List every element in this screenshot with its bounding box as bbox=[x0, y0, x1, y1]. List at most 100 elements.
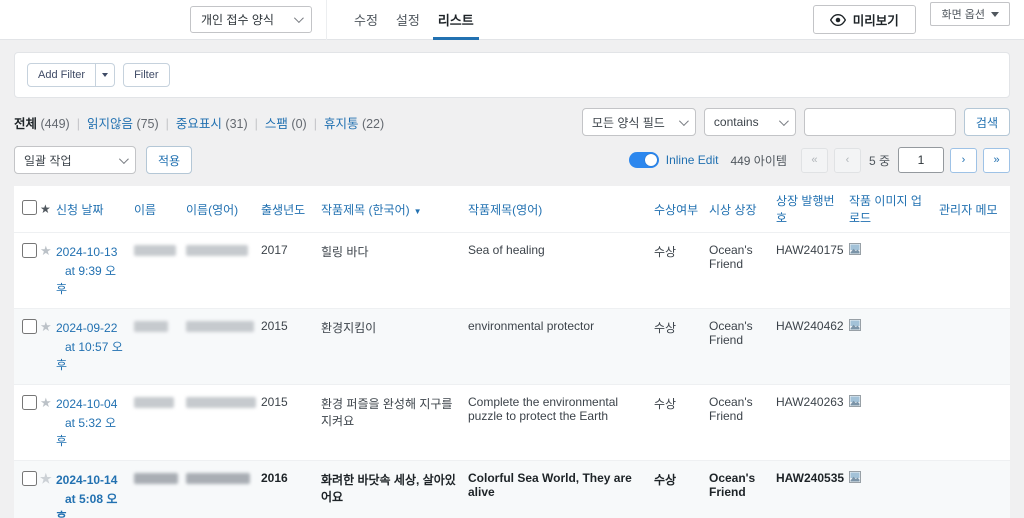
search-controls: 모든 양식 필드 contains 검색 bbox=[582, 108, 1010, 136]
entry-date-link[interactable]: 2024-09-22at 10:57 오후 bbox=[56, 319, 126, 375]
cell-award: 수상 bbox=[654, 385, 709, 461]
tab-list[interactable]: 리스트 bbox=[429, 0, 483, 40]
column-header-certificate[interactable]: 시상 상장 bbox=[709, 203, 757, 217]
star-column-icon[interactable]: ★ bbox=[40, 202, 51, 216]
cell-title-ko: 화려한 바닷속 세상, 살아있어요 bbox=[321, 461, 468, 518]
status-link-trash[interactable]: 휴지통 (22) bbox=[324, 117, 384, 131]
cell-certificate: Ocean's Friend bbox=[709, 309, 776, 385]
pagination-last-button[interactable]: » bbox=[983, 148, 1010, 173]
cell-certificate-no: HAW240462 bbox=[776, 309, 849, 385]
image-thumbnail-icon[interactable] bbox=[849, 319, 861, 334]
status-link-starred[interactable]: 중요표시 (31) bbox=[176, 117, 265, 131]
cell-title-en: Sea of healing bbox=[468, 233, 654, 309]
cell-title-en: Complete the environmental puzzle to pro… bbox=[468, 385, 654, 461]
search-operator-value: contains bbox=[714, 115, 759, 129]
column-header-admin-memo[interactable]: 관리자 메모 bbox=[939, 203, 998, 217]
cell-certificate: Ocean's Friend bbox=[709, 385, 776, 461]
status-link-spam[interactable]: 스팸 (0) bbox=[265, 117, 324, 131]
chevron-down-icon bbox=[119, 154, 129, 164]
redacted-name-en bbox=[186, 473, 250, 484]
item-count: 449 아이템 bbox=[730, 152, 786, 169]
redacted-name bbox=[134, 321, 168, 332]
search-input[interactable] bbox=[804, 108, 956, 136]
bulk-action-value: 일괄 작업 bbox=[24, 152, 72, 169]
pagination-first-button[interactable]: « bbox=[801, 148, 828, 173]
cell-title-ko: 환경지킴이 bbox=[321, 309, 468, 385]
column-header-image-upload[interactable]: 작품 이미지 업로드 bbox=[849, 194, 922, 225]
caret-down-icon bbox=[991, 12, 999, 17]
redacted-name-en bbox=[186, 245, 248, 256]
redacted-name bbox=[134, 473, 178, 484]
status-link-all[interactable]: 전체 (449) bbox=[14, 117, 87, 131]
cell-certificate-no: HAW240175 bbox=[776, 233, 849, 309]
inline-edit-label[interactable]: Inline Edit bbox=[666, 153, 719, 167]
column-header-date[interactable]: 신청 날짜 bbox=[56, 203, 104, 217]
toggle-knob bbox=[645, 154, 657, 166]
entries-content: Add Filter Filter 전체 (449)읽지않음 (75)중요표시 … bbox=[0, 40, 1024, 518]
preview-button[interactable]: 미리보기 bbox=[813, 5, 916, 34]
entry-date: 2024-10-13 bbox=[56, 245, 117, 259]
preview-label: 미리보기 bbox=[853, 10, 899, 29]
star-icon[interactable]: ★ bbox=[40, 243, 52, 258]
tab-edit[interactable]: 수정 bbox=[345, 0, 387, 40]
entry-date-link[interactable]: 2024-10-04at 5:32 오후 bbox=[56, 395, 126, 451]
row-checkbox[interactable] bbox=[22, 395, 37, 410]
add-filter-button[interactable]: Add Filter bbox=[27, 63, 96, 87]
row-checkbox[interactable] bbox=[22, 243, 37, 258]
search-field-value: 모든 양식 필드 bbox=[592, 114, 665, 131]
cell-admin-memo bbox=[939, 461, 1010, 518]
bulk-actions: 일괄 작업 적용 bbox=[14, 146, 192, 174]
image-thumbnail-icon[interactable] bbox=[849, 471, 861, 486]
eye-icon bbox=[830, 13, 846, 27]
search-button[interactable]: 검색 bbox=[964, 108, 1010, 136]
status-link-unread[interactable]: 읽지않음 (75) bbox=[87, 117, 176, 131]
caret-down-icon bbox=[102, 73, 108, 77]
entry-time: at 10:57 오후 bbox=[56, 340, 123, 373]
pagination-page-input[interactable] bbox=[898, 147, 944, 173]
select-all-checkbox[interactable] bbox=[22, 200, 37, 215]
search-operator-select[interactable]: contains bbox=[704, 108, 796, 136]
inline-edit-toggle[interactable] bbox=[629, 152, 659, 168]
entry-date-link[interactable]: 2024-10-13at 9:39 오후 bbox=[56, 243, 126, 299]
column-header-title-en[interactable]: 작품제목(영어) bbox=[468, 203, 542, 217]
column-header-name-en[interactable]: 이름(영어) bbox=[186, 203, 238, 217]
pagination-prev-button[interactable]: ‹ bbox=[834, 148, 861, 173]
cell-title-ko: 환경 퍼즐을 완성해 지구를 지켜요 bbox=[321, 385, 468, 461]
screen-options-label: 화면 옵션 bbox=[941, 6, 985, 22]
entry-time: at 5:08 오후 bbox=[56, 492, 117, 518]
column-header-name[interactable]: 이름 bbox=[134, 203, 156, 217]
column-header-title-ko[interactable]: 작품제목 (한국어)▼ bbox=[321, 203, 422, 217]
row-checkbox[interactable] bbox=[22, 319, 37, 334]
bulk-action-select[interactable]: 일괄 작업 bbox=[14, 146, 136, 174]
star-icon[interactable]: ★ bbox=[40, 319, 52, 334]
screen-options-button[interactable]: 화면 옵션 bbox=[930, 2, 1010, 26]
topbar: 개인 접수 양식 수정 설정 리스트 미리보기 화면 옵션 bbox=[0, 0, 1024, 40]
cell-award: 수상 bbox=[654, 233, 709, 309]
form-selector-dropdown[interactable]: 개인 접수 양식 bbox=[190, 6, 312, 33]
star-icon[interactable]: ★ bbox=[40, 471, 52, 486]
pagination-next-button[interactable]: › bbox=[950, 148, 977, 173]
add-filter-dropdown-toggle[interactable] bbox=[96, 63, 115, 87]
filter-button[interactable]: Filter bbox=[123, 63, 169, 87]
add-filter-split-button: Add Filter bbox=[27, 63, 115, 87]
apply-button[interactable]: 적용 bbox=[146, 146, 192, 174]
list-controls: Inline Edit 449 아이템 « ‹ 5 중 › » bbox=[629, 147, 1010, 173]
column-header-award[interactable]: 수상여부 bbox=[654, 203, 698, 217]
redacted-name bbox=[134, 397, 174, 408]
column-header-birth-year[interactable]: 출생년도 bbox=[261, 203, 305, 217]
tab-bar: 수정 설정 리스트 bbox=[345, 0, 483, 40]
cell-award: 수상 bbox=[654, 461, 709, 518]
entries-table-container: ★ 신청 날짜 이름 이름(영어) 출생년도 작품제목 (한국어)▼ 작품제목(… bbox=[14, 186, 1010, 518]
tab-settings[interactable]: 설정 bbox=[387, 0, 429, 40]
star-icon[interactable]: ★ bbox=[40, 395, 52, 410]
search-field-select[interactable]: 모든 양식 필드 bbox=[582, 108, 696, 136]
image-thumbnail-icon[interactable] bbox=[849, 243, 861, 258]
image-thumbnail-icon[interactable] bbox=[849, 395, 861, 410]
row-checkbox[interactable] bbox=[22, 471, 37, 486]
cell-certificate-no: HAW240263 bbox=[776, 385, 849, 461]
entry-date-link[interactable]: 2024-10-14at 5:08 오후 bbox=[56, 471, 126, 518]
cell-certificate: Ocean's Friend bbox=[709, 233, 776, 309]
cell-admin-memo bbox=[939, 385, 1010, 461]
column-header-certificate-no[interactable]: 상장 발행번호 bbox=[776, 194, 835, 225]
entries-admin-screen: 개인 접수 양식 수정 설정 리스트 미리보기 화면 옵션 Add Filter bbox=[0, 0, 1024, 518]
